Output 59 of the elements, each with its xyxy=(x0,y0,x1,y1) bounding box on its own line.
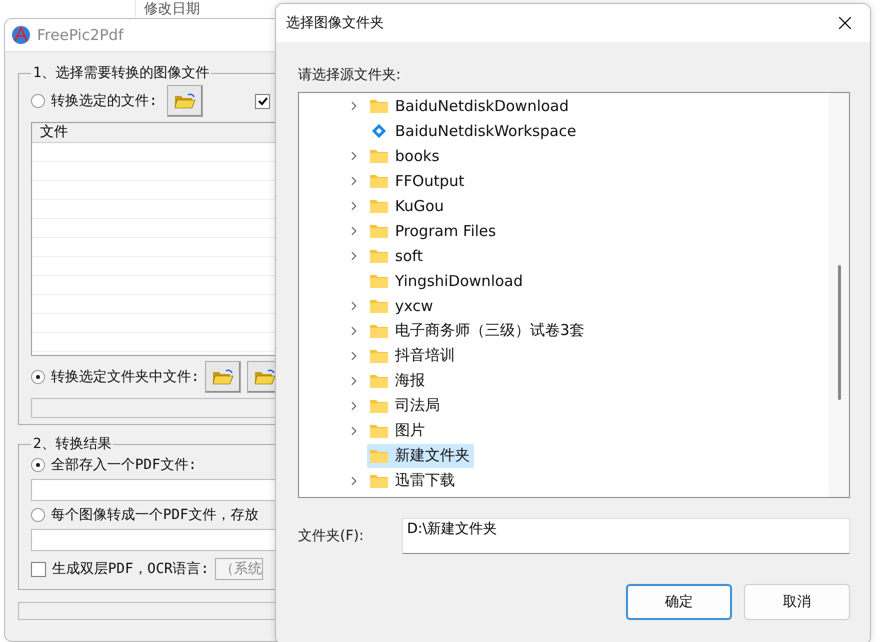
open-folder-icon xyxy=(254,368,276,386)
cancel-button[interactable]: 取消 xyxy=(744,584,850,620)
open-folder-icon xyxy=(212,368,234,386)
checkbox-label: 生成双层PDF，OCR语言: xyxy=(52,560,210,578)
folder-icon xyxy=(369,172,389,188)
prompt-text: 请选择源文件夹: xyxy=(298,66,402,84)
folder-icon xyxy=(369,198,389,214)
group-title: 2、转换结果 xyxy=(32,435,112,453)
folder-field[interactable]: D:\新建文件夹 xyxy=(402,518,850,554)
browse-button[interactable] xyxy=(167,85,204,117)
radio-button[interactable] xyxy=(31,94,45,108)
folder-icon xyxy=(369,372,389,388)
group-title: 1、选择需要转换的图像文件 xyxy=(32,64,210,82)
folder-icon xyxy=(369,348,389,364)
tree-item[interactable]: 司法局 xyxy=(367,394,444,418)
tree-item[interactable]: 抖音培训 xyxy=(367,344,459,368)
folder-icon xyxy=(369,248,389,264)
tree-item[interactable]: BaiduNetdiskDownload xyxy=(367,94,573,118)
column-header: 修改日期 xyxy=(143,1,200,17)
radio-button[interactable] xyxy=(31,458,45,472)
folder-icon xyxy=(369,398,389,414)
checkbox[interactable] xyxy=(255,94,270,108)
folder-icon xyxy=(369,472,389,488)
tree-item[interactable]: FFOutput xyxy=(367,168,468,192)
tree-item[interactable]: yxcw xyxy=(367,294,438,318)
folder-icon xyxy=(369,148,389,164)
open-folder-icon xyxy=(174,92,196,110)
folder-icon xyxy=(369,448,389,464)
browse-button[interactable] xyxy=(205,361,242,393)
radio-label: 全部存入一个PDF文件: xyxy=(51,456,197,474)
dialog-title: 选择图像文件夹 xyxy=(286,14,384,32)
ok-button[interactable]: 确定 xyxy=(626,584,732,620)
tree-item[interactable]: 电子商务师（三级）试卷3套 xyxy=(367,318,589,342)
folder-icon xyxy=(369,272,389,288)
radio-label: 每个图像转成一个PDF文件，存放 xyxy=(51,506,258,524)
app-logo-icon xyxy=(11,25,31,45)
folder-icon xyxy=(369,322,389,338)
tree-item[interactable]: books xyxy=(367,144,444,168)
folder-icon xyxy=(369,422,389,438)
tree-item[interactable]: soft xyxy=(367,244,427,268)
tree-item[interactable]: 新建文件夹 xyxy=(367,444,474,468)
folder-icon xyxy=(369,98,389,114)
folder-icon xyxy=(369,222,389,238)
checkbox[interactable] xyxy=(31,562,46,576)
radio-label: 转换选定文件夹中文件: xyxy=(51,368,200,386)
tree-item[interactable]: Program Files xyxy=(367,218,500,242)
window-title: FreePic2Pdf xyxy=(37,26,124,44)
radio-button[interactable] xyxy=(31,508,45,522)
tree-item[interactable]: BaiduNetdiskWorkspace xyxy=(367,118,580,142)
folder-icon xyxy=(369,298,389,314)
tree-item[interactable]: KuGou xyxy=(367,194,448,218)
tree-item[interactable]: 迅雷下载 xyxy=(367,468,459,492)
field-label: 文件夹(F): xyxy=(298,527,365,545)
radio-button[interactable] xyxy=(31,370,45,384)
scrollbar[interactable] xyxy=(829,93,849,497)
radio-label: 转换选定的文件: xyxy=(51,92,158,110)
tree-item[interactable]: 图片 xyxy=(367,418,429,442)
tree-item[interactable]: YingshiDownload xyxy=(367,268,527,292)
tree-item[interactable]: 海报 xyxy=(367,368,429,392)
